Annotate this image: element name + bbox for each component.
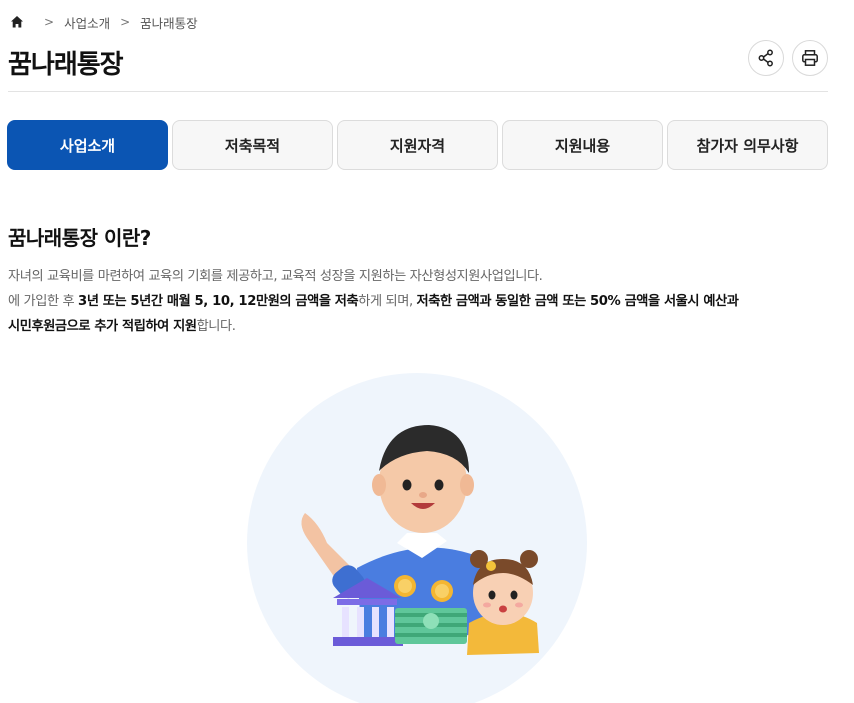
family-savings-illustration [247, 373, 587, 703]
share-button[interactable] [748, 40, 784, 76]
section-title: 꿈나래통장 이란? [8, 226, 151, 250]
breadcrumb-item-current[interactable]: 꿈나래통장 [140, 13, 198, 32]
intro-line-2: 에 가입한 후 3년 또는 5년간 매월 5, 10, 12만원의 금액을 저축… [8, 294, 739, 309]
tab-eligibility[interactable]: 지원자격 [337, 120, 498, 170]
tab-saving-purpose[interactable]: 저축목적 [172, 120, 333, 170]
header-divider [8, 91, 828, 92]
parent-child-savings-image [301, 425, 539, 655]
tab-participant-duties[interactable]: 참가자 의무사항 [667, 120, 828, 170]
intro-line-3: 시민후원금으로 추가 적립하여 지원합니다. [8, 319, 236, 334]
chevron-right-icon: > [44, 15, 55, 29]
page-title: 꿈나래통장 [8, 50, 124, 80]
tab-business-intro[interactable]: 사업소개 [7, 120, 168, 170]
chevron-right-icon: > [120, 15, 131, 29]
share-icon [758, 49, 773, 67]
intro-description: 자녀의 교육비를 마련하여 교육의 기회를 제공하고, 교육적 성장을 지원하는… [8, 264, 838, 339]
intro-line-1: 자녀의 교육비를 마련하여 교육의 기회를 제공하고, 교육적 성장을 지원하는… [8, 269, 543, 284]
page-header: 꿈나래통장 [8, 40, 828, 90]
print-button[interactable] [792, 40, 828, 76]
tab-bar: 사업소개 저축목적 지원자격 지원내용 참가자 의무사항 [7, 120, 828, 170]
home-icon[interactable] [10, 15, 24, 29]
breadcrumb: > 사업소개 > 꿈나래통장 [10, 12, 198, 32]
tab-support-details[interactable]: 지원내용 [502, 120, 663, 170]
print-icon [802, 50, 818, 66]
breadcrumb-item-business[interactable]: 사업소개 [64, 13, 110, 32]
